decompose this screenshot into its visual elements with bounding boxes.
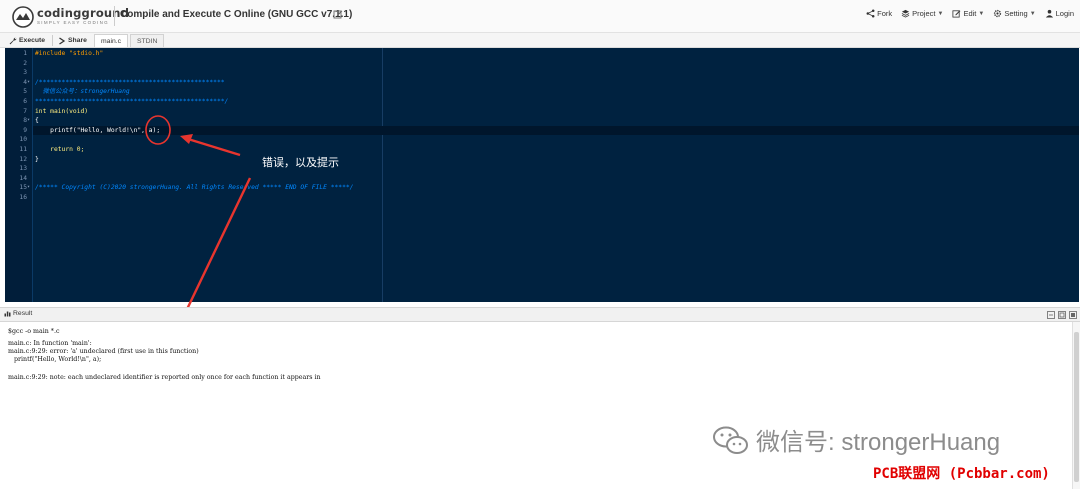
scrollbar-thumb[interactable] [1074, 332, 1079, 482]
chevron-down-icon: ▼ [937, 10, 944, 17]
code-line-8: { [35, 117, 39, 125]
share-label: Share [68, 37, 87, 44]
fork-menu[interactable]: Fork [866, 9, 892, 18]
code-line-1: #include "stdio.h" [35, 50, 104, 57]
line-number: 9 [23, 126, 27, 134]
result-scrollbar[interactable] [1072, 322, 1080, 489]
output-line: main.c:9:29: error: 'a' undeclared (firs… [8, 348, 199, 355]
code-line-15: /***** Copyright (C)2020 strongerHuang. … [35, 184, 354, 192]
code-line-11: return 0; [35, 146, 85, 153]
fold-toggle-icon[interactable]: ▾ [27, 78, 32, 88]
project-menu[interactable]: Project ▼ [901, 9, 943, 18]
fold-toggle-icon[interactable]: ▾ [27, 183, 32, 193]
fold-toggle-icon[interactable]: ▾ [27, 116, 32, 126]
line-number-gutter: 1 2 3 4 5 6 7 8 9 10 11 12 13 14 15 16 ▾… [5, 48, 33, 302]
line-number: 4 [23, 78, 27, 86]
code-line-12: } [35, 155, 39, 163]
gear-icon [994, 9, 1002, 18]
output-line: main.c: In function 'main': [8, 340, 92, 347]
line-number: 10 [19, 136, 27, 144]
logo-tagline: SIMPLY EASY CODING [37, 20, 109, 25]
logo-icon [12, 6, 34, 28]
code-line-4: /***************************************… [35, 78, 225, 86]
minimize-pane-icon[interactable] [1047, 311, 1055, 319]
line-number: 7 [23, 107, 27, 115]
edit-title-icon[interactable] [333, 9, 343, 19]
annotation-label: 错误，以及提示 [262, 157, 339, 169]
wrench-icon [9, 37, 17, 44]
fork-label: Fork [877, 9, 893, 18]
chevron-down-icon: ▼ [1029, 10, 1036, 17]
page-title: Compile and Execute C Online (GNU GCC v7… [120, 9, 353, 20]
header-divider [114, 6, 115, 26]
line-number: 13 [19, 165, 27, 173]
result-title-label: Result [13, 310, 33, 317]
output-line: main.c:9:29: note: each undeclared ident… [8, 374, 321, 381]
execute-button[interactable]: Execute [9, 35, 45, 46]
tab-main-c[interactable]: main.c [94, 34, 129, 47]
wechat-watermark: 微信号: strongerHuang [712, 422, 1000, 457]
line-number: 3 [23, 69, 27, 77]
header-nav: Fork Project ▼ Edit ▼ Setting ▼ Login [866, 9, 1074, 18]
wechat-watermark-text: 微信号: strongerHuang [756, 429, 1001, 456]
result-title: Result [4, 310, 32, 317]
code-editor[interactable]: 1 2 3 4 5 6 7 8 9 10 11 12 13 14 15 16 ▾… [5, 48, 1079, 302]
edit-menu[interactable]: Edit ▼ [952, 9, 984, 18]
line-number: 12 [19, 155, 27, 163]
toolbar-divider [52, 35, 53, 46]
active-line-highlight [33, 125, 1079, 136]
line-number: 16 [19, 194, 27, 201]
line-number: 5 [23, 88, 27, 96]
line-number: 1 [23, 50, 27, 57]
line-number: 15 [19, 184, 27, 192]
result-tools [1047, 311, 1077, 319]
setting-menu[interactable]: Setting ▼ [993, 9, 1036, 18]
output-line: $gcc -o main *.c [8, 328, 60, 335]
share-icon [59, 36, 66, 45]
edit-icon [952, 10, 961, 18]
result-header: Result [0, 307, 1080, 322]
fork-icon [866, 9, 875, 18]
code-line-5: 微信公众号：strongerHuang [35, 88, 130, 96]
line-number: 8 [23, 117, 27, 125]
code-line-7: int main(void) [35, 107, 89, 115]
line-number: 11 [19, 146, 27, 153]
restore-pane-icon[interactable] [1058, 311, 1066, 319]
chevron-down-icon: ▼ [978, 10, 985, 17]
code-line-6: ****************************************… [35, 98, 229, 105]
maximize-pane-icon[interactable] [1069, 311, 1077, 319]
editor-toolbar: Execute Share main.c STDIN [0, 33, 1080, 48]
codingground-logo[interactable]: codingground SIMPLY EASY CODING [12, 5, 129, 29]
share-button[interactable]: Share [58, 35, 87, 46]
print-margin [382, 48, 383, 302]
code-line-9: printf("Hello, World!\n", a); [35, 126, 161, 134]
line-number: 14 [19, 174, 27, 182]
bar-chart-icon [4, 311, 11, 317]
project-icon [901, 9, 910, 18]
pcb-watermark: PCB联盟网 (Pcbbar.com) [873, 466, 1050, 482]
wechat-icon [713, 426, 748, 454]
project-label: Project [912, 9, 936, 18]
line-number: 6 [23, 98, 27, 105]
setting-label: Setting [1004, 9, 1028, 18]
login-link[interactable]: Login [1045, 9, 1074, 18]
output-line: printf("Hello, World!\n", a); [8, 356, 102, 363]
logo-text: codingground [37, 6, 130, 20]
user-icon [1045, 9, 1053, 18]
execute-label: Execute [19, 37, 46, 44]
edit-label: Edit [963, 9, 977, 18]
line-number: 2 [23, 59, 27, 67]
top-header: codingground SIMPLY EASY CODING Compile … [0, 0, 1080, 33]
login-label: Login [1055, 9, 1074, 18]
tab-stdin[interactable]: STDIN [130, 34, 165, 47]
